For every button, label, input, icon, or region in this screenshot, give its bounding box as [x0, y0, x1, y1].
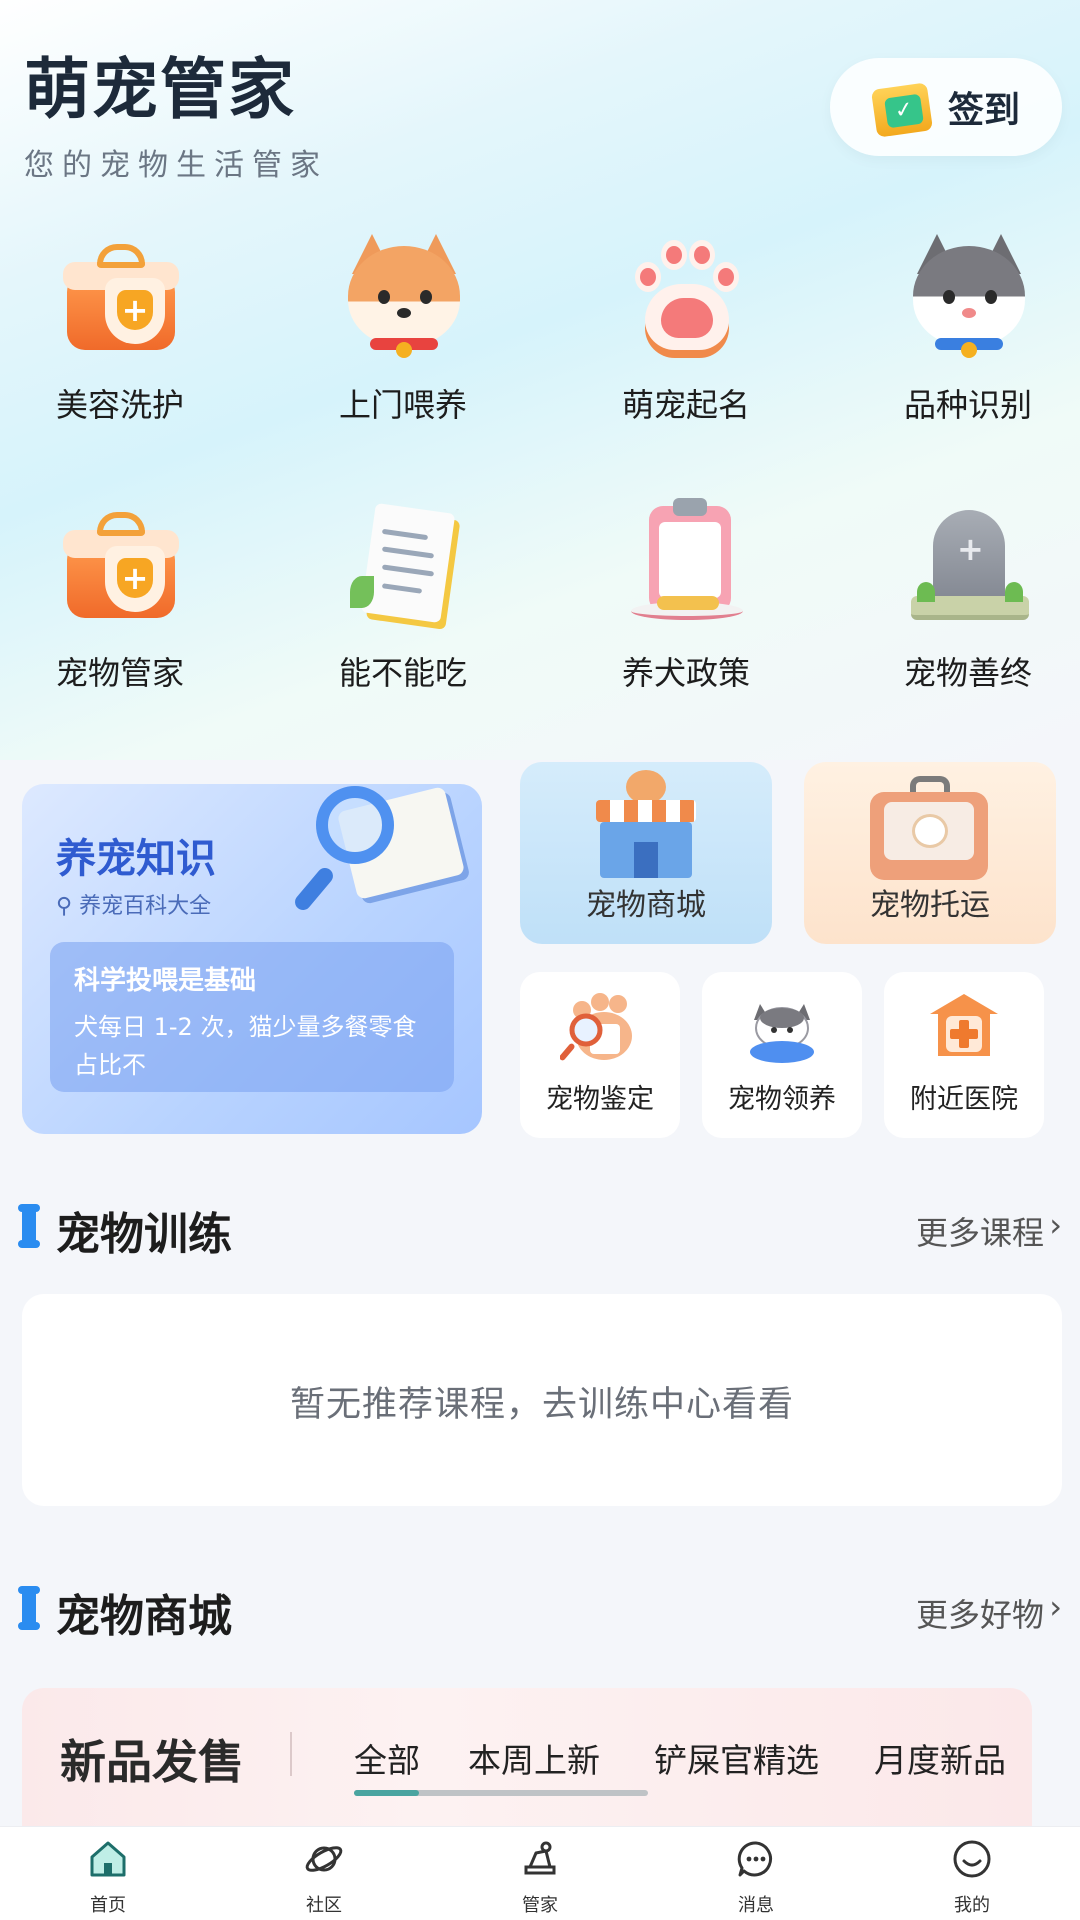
feature-label: 美容洗护: [55, 386, 184, 424]
feature-home-feeding[interactable]: 上门喂养: [293, 228, 513, 426]
knowledge-tip[interactable]: 科学投喂是基础 犬每日 1-2 次，猫少量多餐零食占比不: [50, 942, 454, 1092]
service-pet-appraisal[interactable]: 宠物鉴定: [520, 972, 680, 1138]
knowledge-card[interactable]: 养宠知识 ⚲ 养宠百科大全 科学投喂是基础 犬每日 1-2 次，猫少量多餐零食占…: [22, 784, 482, 1134]
more-goods-link[interactable]: 更多好物: [916, 1590, 1044, 1636]
service-label: 宠物商城: [586, 888, 706, 923]
bone-icon: [18, 1586, 40, 1630]
shop-tab-monthly[interactable]: 月度新品: [874, 1734, 1006, 1782]
home-icon: [90, 1841, 126, 1877]
feature-label: 品种识别: [903, 386, 1032, 424]
app-title: 萌宠管家: [24, 51, 296, 128]
more-courses-link[interactable]: 更多课程: [916, 1208, 1044, 1254]
shop-section-header: 宠物商城 更多好物 ›: [18, 1580, 1062, 1642]
document-icon: [338, 496, 468, 626]
knowledge-title: 养宠知识: [56, 836, 216, 882]
cat-bowl-icon: [750, 1004, 814, 1063]
section-title: 宠物训练: [56, 1209, 232, 1260]
feature-label: 宠物善终: [903, 654, 1032, 692]
divider: [290, 1732, 292, 1776]
feature-label: 养犬政策: [621, 654, 750, 692]
service-label: 宠物托运: [870, 888, 990, 923]
search-icon: ⚲: [56, 894, 73, 919]
magnifier-book-icon: [291, 778, 466, 918]
tab-messages[interactable]: 消息: [648, 1827, 864, 1920]
calendar-check-icon: ✓: [870, 78, 934, 138]
checkin-button[interactable]: ✓ 签到: [830, 58, 1062, 156]
service-label: 宠物鉴定: [546, 1084, 654, 1115]
feature-pet-naming[interactable]: 萌宠起名: [576, 228, 796, 426]
feature-label: 上门喂养: [338, 386, 467, 424]
service-pet-mall[interactable]: 宠物商城: [520, 762, 772, 944]
clipboard-icon: [621, 496, 751, 626]
feature-grooming[interactable]: + 美容洗护: [10, 228, 230, 426]
tab-community[interactable]: 社区: [216, 1827, 432, 1920]
empty-text: 暂无推荐课程，去训练中心看看: [289, 1385, 794, 1425]
app-subtitle: 您的宠物生活管家: [24, 148, 328, 183]
paw-icon: [621, 228, 751, 358]
butler-icon: [524, 1841, 556, 1875]
service-label: 宠物领养: [728, 1084, 836, 1115]
tab-label: 消息: [738, 1895, 774, 1916]
checkin-label: 签到: [947, 90, 1020, 131]
section-title: 宠物商城: [56, 1591, 232, 1642]
shop-tab-all[interactable]: 全部: [354, 1734, 420, 1782]
shiba-dog-icon: [338, 228, 468, 358]
tab-butler[interactable]: 管家: [432, 1827, 648, 1920]
chevron-right-icon[interactable]: ›: [1049, 1206, 1062, 1244]
hospital-shield-icon: [930, 994, 998, 1056]
chevron-right-icon[interactable]: ›: [1049, 1588, 1062, 1626]
shop-tab-picks[interactable]: 铲屎官精选: [654, 1734, 819, 1782]
service-label: 附近医院: [910, 1084, 1018, 1115]
tombstone-icon: +: [903, 496, 1033, 626]
bone-icon: [18, 1204, 40, 1248]
new-release-card: 新品发售 全部 本周上新 铲屎官精选 月度新品: [22, 1688, 1032, 1828]
feature-pet-butler[interactable]: + 宠物管家: [10, 496, 230, 694]
tip-title: 科学投喂是基础: [74, 966, 257, 996]
knowledge-search-text: 养宠百科大全: [79, 894, 212, 919]
feature-label: 萌宠起名: [621, 386, 750, 424]
feature-breed-id[interactable]: 品种识别: [858, 228, 1078, 426]
tab-label: 我的: [954, 1895, 990, 1916]
feature-can-eat[interactable]: 能不能吃: [293, 496, 513, 694]
gift-shield-icon: +: [55, 228, 185, 358]
new-release-title: 新品发售: [60, 1735, 244, 1789]
shop-tab-this-week[interactable]: 本周上新: [468, 1734, 600, 1782]
bottom-tab-bar: 首页 社区 管家 消息 我的: [0, 1826, 1080, 1920]
tab-label: 管家: [522, 1895, 558, 1916]
tip-body: 犬每日 1-2 次，猫少量多餐零食占比不: [74, 1013, 417, 1079]
knowledge-search-hint[interactable]: ⚲ 养宠百科大全: [56, 888, 211, 920]
smile-icon: [953, 1840, 991, 1878]
service-nearby-hospital[interactable]: 附近医院: [884, 972, 1044, 1138]
planet-icon: [305, 1846, 343, 1872]
training-section-header: 宠物训练 更多课程 ›: [18, 1198, 1062, 1260]
feature-label: 宠物管家: [55, 654, 184, 692]
tab-label: 社区: [306, 1895, 342, 1916]
feature-pet-funeral[interactable]: + 宠物善终: [858, 496, 1078, 694]
training-empty-card[interactable]: 暂无推荐课程，去训练中心看看: [22, 1294, 1062, 1506]
cat-face-icon: [903, 228, 1033, 358]
tab-label: 首页: [90, 1895, 126, 1916]
service-pet-transport[interactable]: 宠物托运: [804, 762, 1056, 944]
tab-home[interactable]: 首页: [0, 1827, 216, 1920]
feature-label: 能不能吃: [338, 654, 467, 692]
message-icon: [737, 1841, 772, 1877]
tab-profile[interactable]: 我的: [864, 1827, 1080, 1920]
home-screen: 萌宠管家 您的宠物生活管家 ✓ 签到 + 美容洗护 上门喂养 萌宠起名 品种识别…: [0, 0, 1080, 1920]
gift-shield-icon: +: [55, 496, 185, 626]
service-pet-adoption[interactable]: 宠物领养: [702, 972, 862, 1138]
paw-magnifier-icon: [560, 993, 632, 1061]
tab-scroll-thumb: [354, 1790, 419, 1796]
feature-dog-policy[interactable]: 养犬政策: [576, 496, 796, 694]
